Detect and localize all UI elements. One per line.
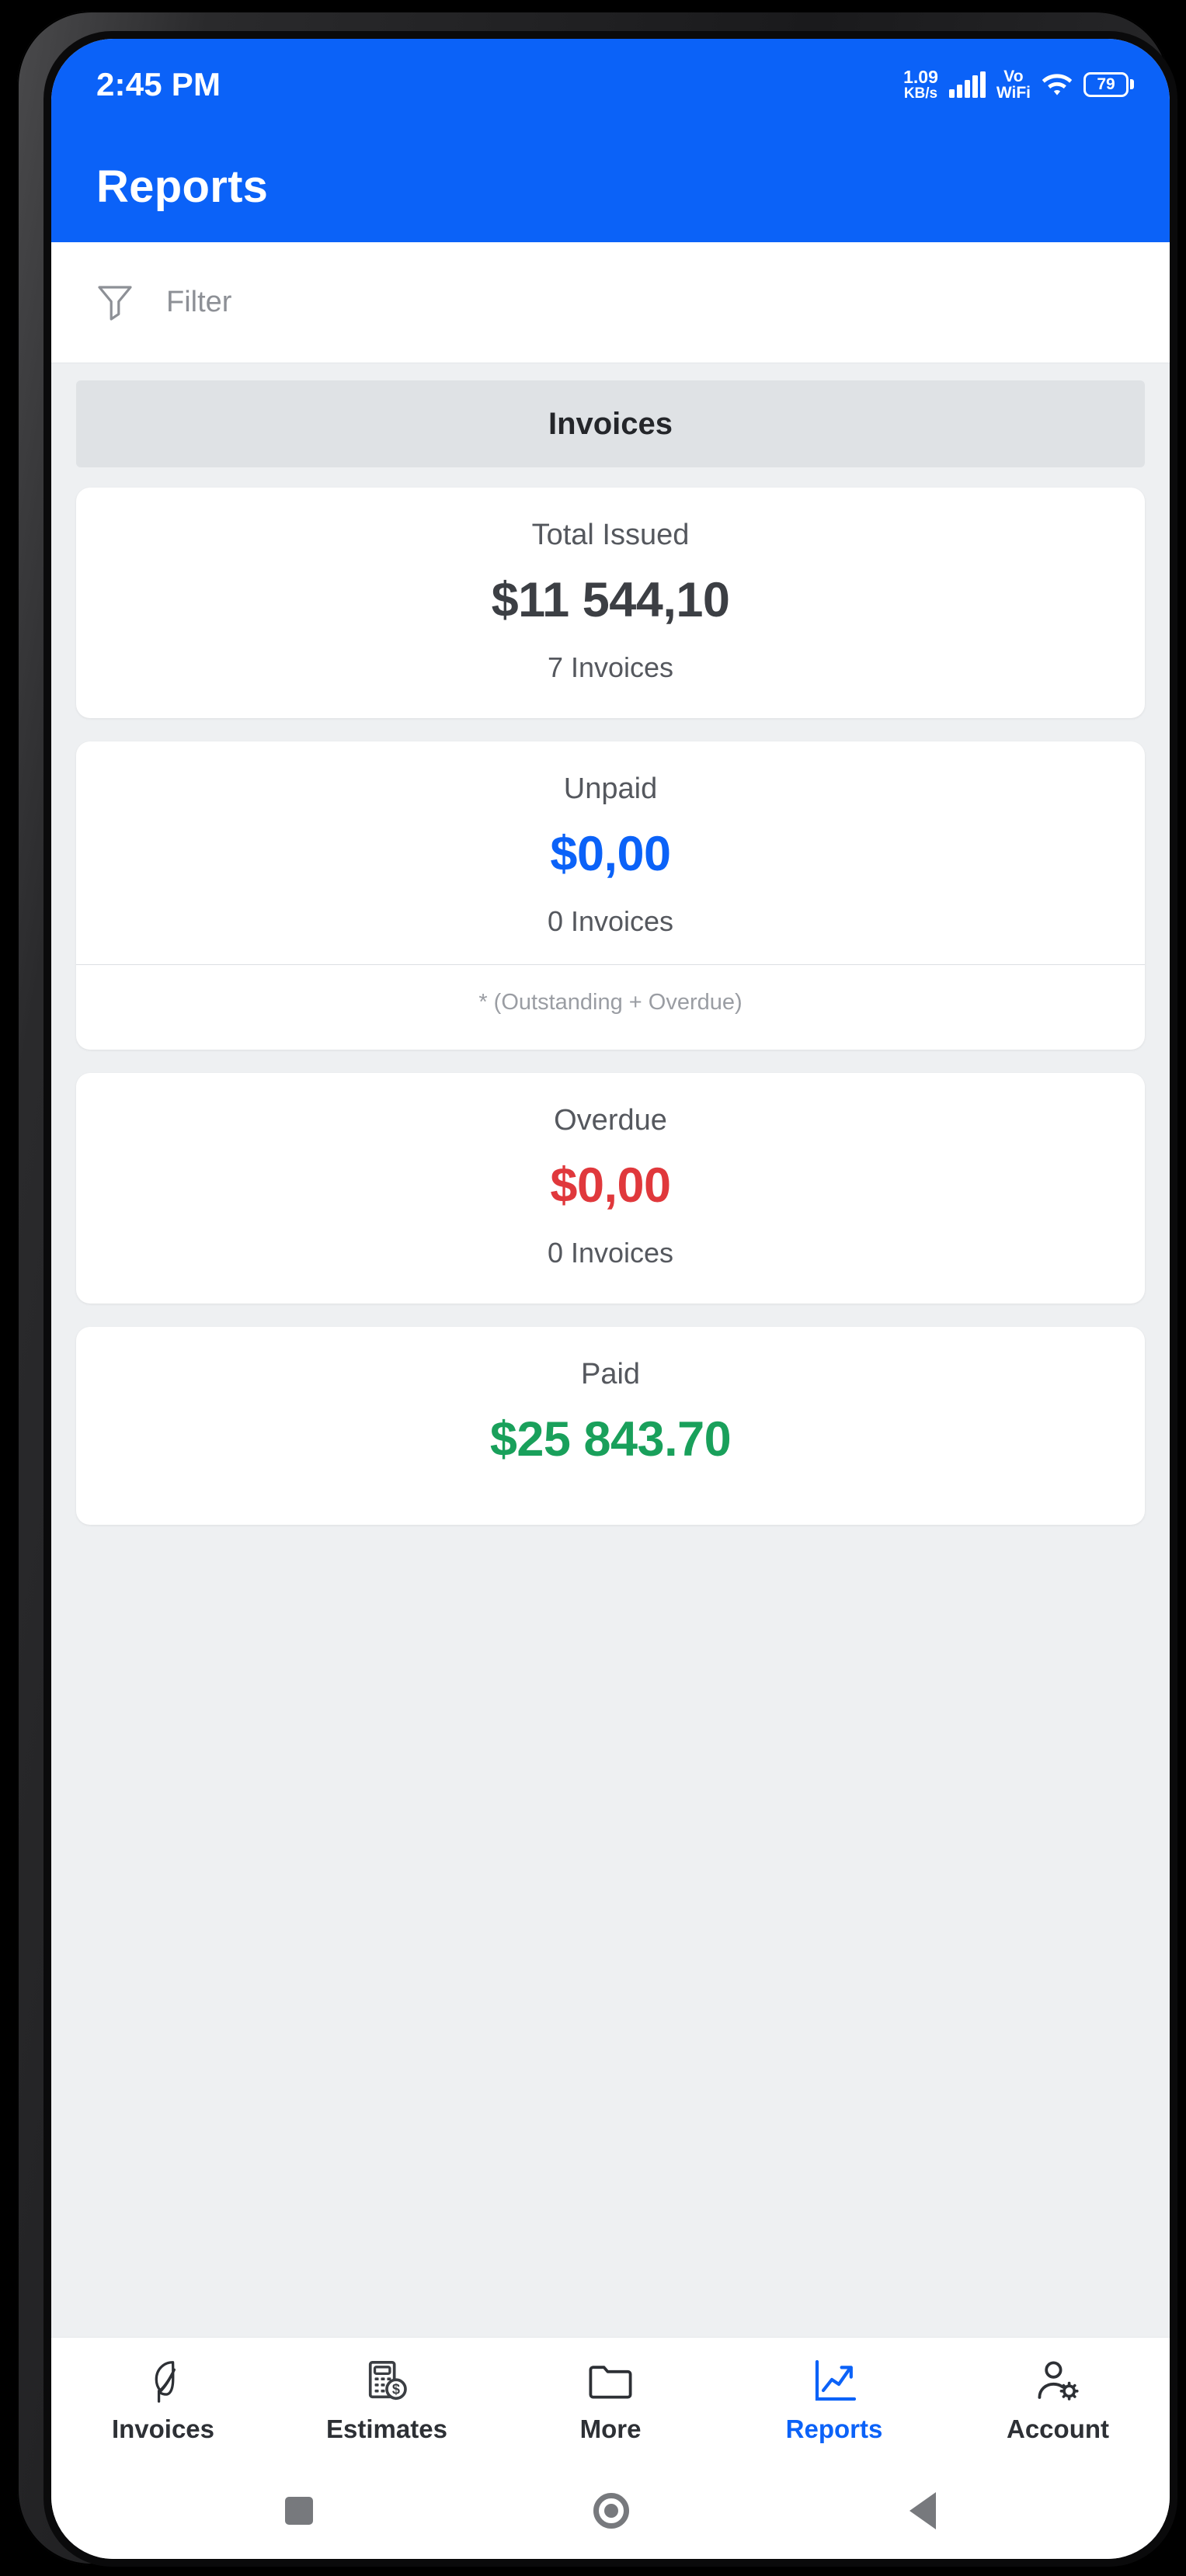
- folder-icon: [587, 2357, 634, 2405]
- android-system-nav: [51, 2463, 1170, 2559]
- volte-line-1: Vo: [1003, 67, 1024, 85]
- user-gear-icon: [1035, 2357, 1081, 2405]
- card-amount: $25 843.70: [489, 1412, 732, 1467]
- card-amount: $11 544,10: [491, 573, 730, 627]
- status-icons: 1.09 KB/s Vo WiFi 79: [903, 68, 1134, 102]
- network-speed-indicator: 1.09 KB/s: [903, 68, 938, 102]
- card-label: Unpaid: [563, 772, 658, 805]
- phone-screen: 2:45 PM 1.09 KB/s Vo WiFi 79 Reports Fil…: [51, 39, 1170, 2559]
- nav-label: Invoices: [111, 2414, 215, 2443]
- battery-level: 79: [1083, 71, 1129, 97]
- nav-item-reports[interactable]: Reports: [722, 2357, 946, 2444]
- nav-item-invoices[interactable]: Invoices: [51, 2357, 275, 2444]
- phone-frame: 2:45 PM 1.09 KB/s Vo WiFi 79 Reports Fil…: [17, 11, 1177, 2567]
- filter-bar[interactable]: Filter: [51, 242, 1170, 363]
- bottom-navigation: Invoices $ Estimates More Reports Accoun…: [51, 2337, 1170, 2463]
- calculator-dollar-icon: $: [364, 2357, 409, 2405]
- card-note-divider: * (Outstanding + Overdue): [76, 964, 1145, 1015]
- funnel-icon: [98, 285, 132, 321]
- card-count: 7 Invoices: [547, 651, 674, 683]
- report-card-total-issued[interactable]: Total Issued $11 544,10 7 Invoices: [76, 488, 1145, 718]
- card-note: * (Outstanding + Overdue): [478, 990, 743, 1015]
- section-header-invoices: Invoices: [76, 380, 1145, 467]
- battery-icon: 79: [1083, 71, 1134, 97]
- svg-text:$: $: [392, 2381, 400, 2397]
- battery-tip: [1130, 79, 1134, 90]
- square-icon[interactable]: [284, 2497, 313, 2525]
- trending-up-icon: [812, 2357, 857, 2405]
- feather-icon: [141, 2357, 185, 2405]
- signal-bars-icon: [948, 71, 986, 98]
- report-card-unpaid[interactable]: Unpaid $0,00 0 Invoices * (Outstanding +…: [76, 741, 1145, 1050]
- reports-content[interactable]: Invoices Total Issued $11 544,10 7 Invoi…: [51, 363, 1170, 2337]
- section-title: Invoices: [548, 406, 673, 441]
- nav-item-more[interactable]: More: [499, 2357, 722, 2444]
- wifi-icon: [1042, 74, 1073, 95]
- status-time: 2:45 PM: [96, 66, 221, 102]
- card-label: Paid: [580, 1358, 641, 1390]
- nav-label: More: [579, 2414, 642, 2443]
- nav-item-account[interactable]: Account: [946, 2357, 1170, 2444]
- volte-line-2: WiFi: [996, 83, 1031, 102]
- status-bar: 2:45 PM 1.09 KB/s Vo WiFi 79: [51, 39, 1170, 130]
- nav-label: Estimates: [326, 2414, 447, 2443]
- card-label: Overdue: [554, 1104, 667, 1137]
- report-card-overdue[interactable]: Overdue $0,00 0 Invoices: [76, 1073, 1145, 1304]
- card-amount: $0,00: [550, 827, 671, 881]
- card-count: 0 Invoices: [547, 1237, 674, 1269]
- nav-label: Account: [1007, 2414, 1109, 2443]
- filter-label: Filter: [166, 286, 232, 318]
- network-speed-value: 1.09: [903, 66, 938, 87]
- page-title: Reports: [96, 161, 269, 212]
- report-card-paid[interactable]: Paid $25 843.70: [76, 1327, 1145, 1525]
- card-count: 0 Invoices: [547, 905, 674, 937]
- nav-item-estimates[interactable]: $ Estimates: [275, 2357, 499, 2444]
- app-bar: Reports: [51, 130, 1170, 242]
- circle-icon[interactable]: [593, 2493, 629, 2529]
- card-label: Total Issued: [531, 519, 690, 551]
- network-speed-unit: KB/s: [903, 85, 938, 102]
- card-amount: $0,00: [550, 1158, 671, 1213]
- volte-wifi-icon: Vo WiFi: [996, 68, 1031, 101]
- nav-label: Reports: [785, 2414, 883, 2443]
- triangle-back-icon[interactable]: [909, 2492, 937, 2529]
